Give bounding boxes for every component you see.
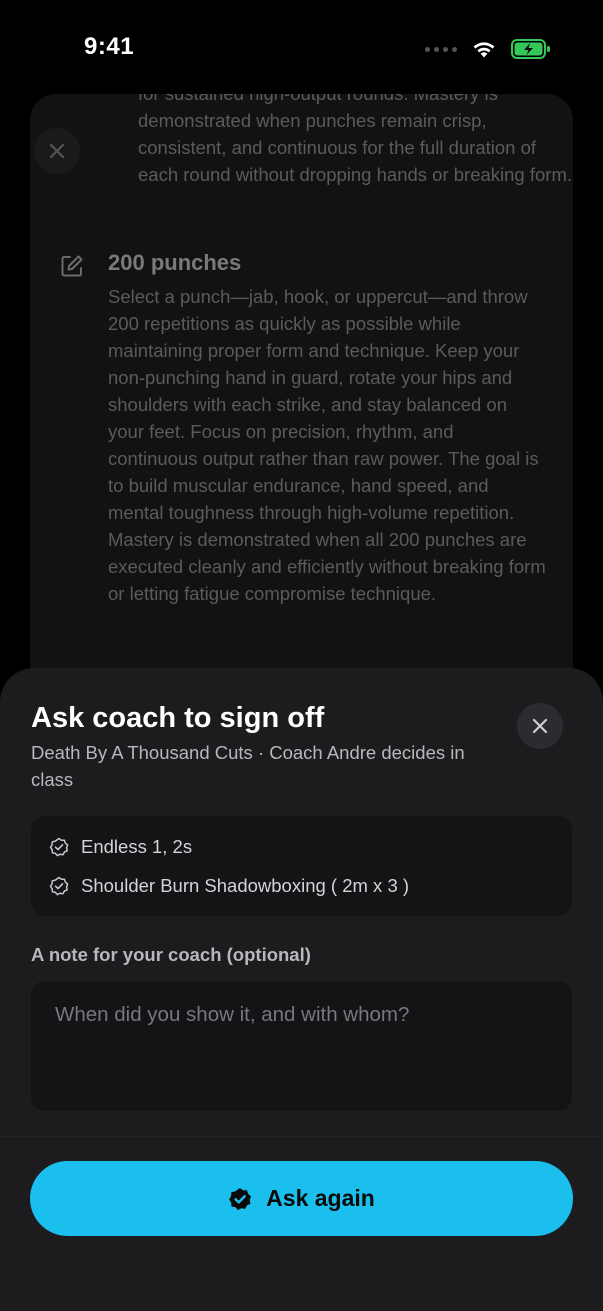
ask-again-label: Ask again [266,1185,375,1211]
verified-badge-icon [49,876,69,896]
close-icon [49,143,65,159]
background-detail-card: for sustained high-output rounds. Master… [30,94,573,734]
status-icons [425,36,551,62]
status-time: 9:41 [84,33,135,60]
skill-label: Shoulder Burn Shadowboxing ( 2m x 3 ) [81,875,410,896]
sheet-close-button[interactable] [517,703,563,749]
coach-note-input[interactable] [31,981,572,1111]
ask-again-button[interactable]: Ask again [30,1161,573,1236]
verified-badge-icon [49,837,69,857]
status-bar: 9:41 [0,0,603,96]
background-close-button[interactable] [34,128,80,174]
note-label: A note for your coach (optional) [31,944,311,965]
sheet-title: Ask coach to sign off [31,702,325,734]
skills-list: Endless 1, 2s Shoulder Burn Shadowboxing… [31,816,572,916]
sign-off-sheet: Ask coach to sign off Death By A Thousan… [0,668,603,1311]
close-icon [532,718,548,734]
wifi-icon [473,42,495,58]
divider [0,1136,603,1137]
battery-icon [511,39,550,59]
background-item-description: Select a punch—jab, hook, or uppercut—an… [108,286,546,604]
skill-item: Endless 1, 2s [49,836,192,858]
edit-icon [61,255,83,277]
background-top-text: for sustained high-output rounds. Master… [138,94,572,185]
skill-item: Shoulder Burn Shadowboxing ( 2m x 3 ) [49,875,409,897]
verified-badge-icon [229,1187,252,1210]
background-item-title: 200 punches [108,250,242,275]
skill-label: Endless 1, 2s [81,836,193,857]
signal-dots-icon [425,46,457,52]
sheet-subtitle: Death By A Thousand Cuts · Coach Andre d… [31,742,465,790]
